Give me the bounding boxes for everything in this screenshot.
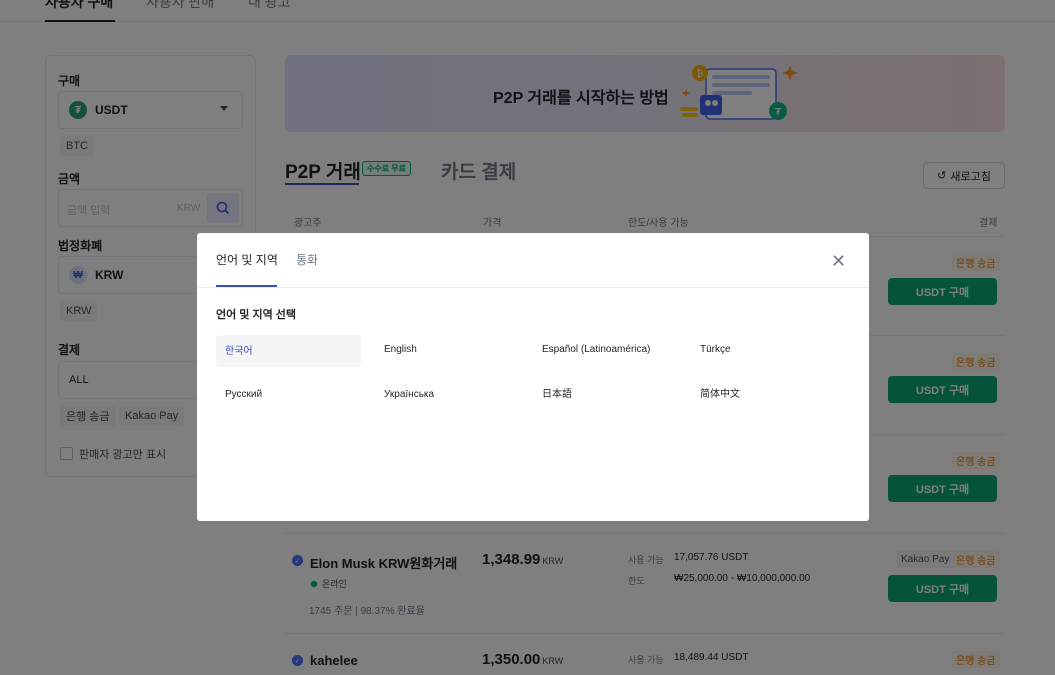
tab-language-region[interactable]: 언어 및 지역 — [216, 251, 278, 268]
lang-option-japanese[interactable]: 日本語 — [533, 378, 678, 410]
lang-option-english[interactable]: English — [375, 333, 520, 365]
lang-option-ukrainian[interactable]: Українська — [375, 378, 520, 410]
lang-option-turkish[interactable]: Türkçe — [691, 333, 836, 365]
lang-option-russian[interactable]: Русский — [216, 378, 361, 410]
lang-option-chinese[interactable]: 简体中文 — [691, 378, 836, 410]
section-title: 언어 및 지역 선택 — [216, 309, 297, 321]
lang-option-korean[interactable]: 한국어 — [216, 335, 361, 367]
modal-divider — [197, 287, 869, 288]
close-icon[interactable]: ✕ — [831, 252, 846, 270]
tab-currency[interactable]: 통화 — [296, 251, 318, 268]
lang-option-spanish[interactable]: Español (Latinoamérica) — [533, 333, 653, 365]
language-region-modal: 언어 및 지역 통화 ✕ 언어 및 지역 선택 한국어 English Espa… — [197, 233, 869, 521]
